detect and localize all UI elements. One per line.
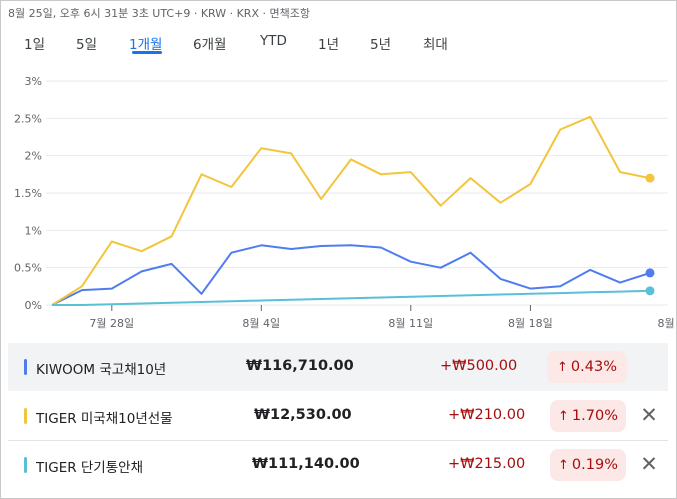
price-change: +₩215.00 — [448, 456, 526, 472]
timerange-tabs: 1일 5일 1개월 6개월 YTD 1년 5년 최대 — [0, 33, 677, 55]
series-line-2 — [52, 289, 651, 306]
series-end-marker-1 — [645, 173, 655, 183]
list-item[interactable]: KIWOOM 국고채10년 ₩116,710.00 +₩500.00 ↑ 0.4… — [8, 343, 668, 391]
close-icon[interactable]: ✕ — [636, 451, 662, 477]
y-tick-label: 3% — [25, 75, 42, 88]
active-tab-indicator — [132, 51, 162, 54]
arrow-up-icon: ↑ — [558, 457, 569, 473]
tab-1m[interactable]: 1개월 — [129, 33, 162, 53]
tab-6m[interactable]: 6개월 — [193, 33, 226, 53]
x-tick-label: 8월 25일 — [658, 316, 677, 330]
series-end-marker-2 — [645, 286, 655, 296]
series-color-bar — [24, 408, 27, 424]
security-name: TIGER 단기통안채 — [36, 460, 143, 476]
percent-change-badge: ↑ 0.43% — [547, 351, 627, 383]
y-tick-label: 0% — [25, 299, 42, 312]
security-name: KIWOOM 국고채10년 — [36, 362, 167, 378]
y-tick-label: 2.5% — [14, 112, 42, 125]
y-tick-label: 0.5% — [14, 262, 42, 275]
close-icon[interactable]: ✕ — [636, 402, 662, 428]
y-tick-label: 1.5% — [14, 187, 42, 200]
x-tick-label: 8월 18일 — [508, 316, 553, 330]
x-tick-label: 7월 28일 — [89, 316, 134, 330]
tab-max[interactable]: 최대 — [423, 33, 448, 53]
tab-1y[interactable]: 1년 — [318, 33, 339, 53]
arrow-up-icon: ↑ — [558, 408, 569, 424]
comparison-chart: 0% 0.5% 1% 1.5% 2% 2.5% 3% 7월 28일 8월 4일 8월 11일 8월 … — [14, 75, 677, 330]
security-name: TIGER 미국채10년선물 — [36, 411, 173, 427]
list-item[interactable]: TIGER 미국채10년선물 ₩12,530.00 +₩210.00 ↑ 1.7… — [8, 392, 668, 441]
security-price: ₩12,530.00 — [254, 407, 352, 423]
percent-change-badge: ↑ 0.19% — [550, 449, 626, 481]
price-change: +₩210.00 — [448, 407, 526, 423]
percent-change: 1.70% — [571, 408, 618, 424]
x-tick-label: 8월 11일 — [388, 316, 433, 330]
series-line-1 — [51, 115, 651, 306]
tab-5y[interactable]: 5년 — [370, 33, 391, 53]
percent-change: 0.19% — [571, 457, 618, 473]
arrow-up-icon: ↑ — [557, 359, 568, 375]
y-tick-label: 2% — [25, 150, 42, 163]
y-tick-label: 1% — [25, 224, 42, 237]
x-tick-label: 8월 4일 — [242, 316, 280, 330]
security-price: ₩116,710.00 — [246, 358, 354, 374]
price-change: +₩500.00 — [440, 358, 518, 374]
series-end-marker-0 — [645, 268, 655, 278]
percent-change: 0.43% — [570, 359, 617, 375]
tab-5d[interactable]: 5일 — [76, 33, 97, 53]
tab-ytd[interactable]: YTD — [260, 33, 287, 49]
list-item[interactable]: TIGER 단기통안채 ₩111,140.00 +₩215.00 ↑ 0.19%… — [8, 441, 668, 489]
series-line-0 — [51, 244, 651, 306]
percent-change-badge: ↑ 1.70% — [550, 400, 626, 432]
tab-1d[interactable]: 1일 — [24, 33, 45, 53]
security-price: ₩111,140.00 — [252, 456, 360, 472]
timestamp-disclaimer: 8월 25일, 오후 6시 31분 3초 UTC+9 · KRW · KRX ·… — [8, 7, 310, 20]
series-color-bar — [24, 457, 27, 473]
series-color-bar — [24, 359, 27, 375]
